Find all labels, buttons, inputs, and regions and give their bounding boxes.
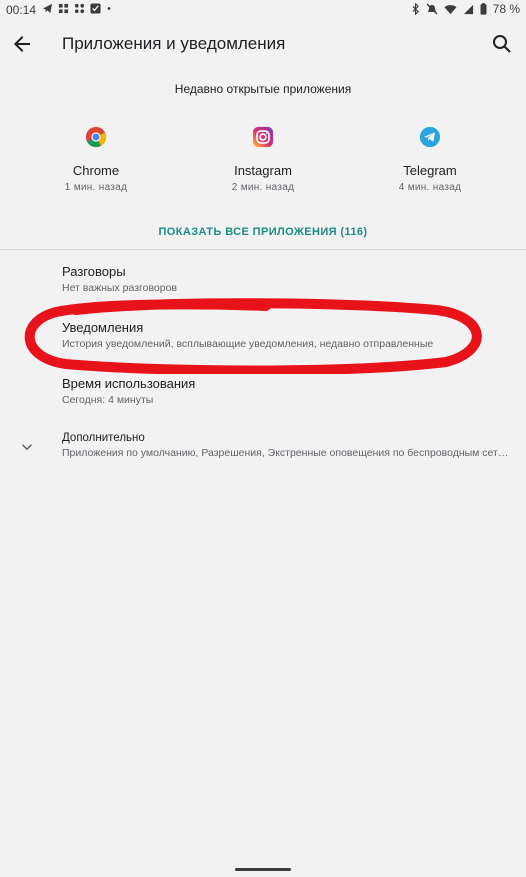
- status-time: 00:14: [6, 3, 37, 17]
- item-subtitle: Сегодня: 4 минуты: [62, 394, 154, 406]
- item-title: Разговоры: [62, 264, 126, 279]
- system-icons: 78 %: [411, 2, 520, 16]
- chrome-icon: [85, 126, 107, 148]
- grid-notification-icon: [58, 3, 69, 14]
- app-last-used: 4 мин. назад: [398, 182, 462, 193]
- item-title: Дополнительно: [62, 432, 145, 444]
- telegram-notification-icon: [42, 3, 53, 14]
- settings-item-notifications[interactable]: Уведомления История уведомлений, всплыва…: [62, 320, 512, 350]
- bluetooth-icon: [412, 3, 419, 15]
- app-last-used: 1 мин. назад: [64, 182, 128, 193]
- search-icon[interactable]: [490, 32, 514, 56]
- app-name: Telegram: [403, 163, 457, 178]
- gesture-nav-bar[interactable]: [235, 868, 291, 871]
- item-title: Уведомления: [62, 320, 144, 335]
- item-subtitle: Приложения по умолчанию, Разрешения, Экс…: [62, 447, 512, 459]
- recent-app-chrome[interactable]: Chrome 1 мин. назад: [26, 126, 166, 193]
- item-subtitle: История уведомлений, всплывающие уведомл…: [62, 338, 434, 350]
- notification-icons: [42, 3, 112, 14]
- app-last-used: 2 мин. назад: [231, 182, 295, 193]
- mute-icon: [426, 3, 438, 15]
- show-all-apps-button[interactable]: ПОКАЗАТЬ ВСЕ ПРИЛОЖЕНИЯ (116): [0, 226, 526, 238]
- item-title: Время использования: [62, 376, 196, 391]
- battery-icon: [480, 3, 487, 15]
- divider: [0, 249, 526, 250]
- check-notification-icon: [90, 3, 101, 14]
- recent-app-instagram[interactable]: Instagram 2 мин. назад: [193, 126, 333, 193]
- recent-apps-heading: Недавно открытые приложения: [174, 82, 352, 96]
- recent-app-telegram[interactable]: Telegram 4 мин. назад: [360, 126, 500, 193]
- app-bar: Приложения и уведомления: [0, 20, 526, 68]
- wifi-icon: [444, 4, 457, 14]
- status-bar: 00:14 78 %: [0, 0, 526, 20]
- battery-level: 78 %: [492, 2, 520, 16]
- settings-item-conversations[interactable]: Разговоры Нет важных разговоров: [62, 264, 512, 294]
- app-name: Chrome: [72, 163, 120, 178]
- settings-item-screen-time[interactable]: Время использования Сегодня: 4 минуты: [62, 376, 512, 406]
- signal-icon: [463, 4, 473, 14]
- back-arrow-icon[interactable]: [10, 32, 34, 56]
- dot-notification-icon: [107, 7, 111, 10]
- apps-notification-icon: [74, 3, 85, 14]
- telegram-icon: [419, 126, 441, 148]
- instagram-icon: [252, 126, 274, 148]
- page-title: Приложения и уведомления: [62, 34, 286, 53]
- app-name: Instagram: [234, 163, 292, 178]
- chevron-down-icon: [21, 444, 33, 451]
- item-subtitle: Нет важных разговоров: [62, 282, 178, 294]
- settings-item-advanced[interactable]: Дополнительно Приложения по умолчанию, Р…: [62, 432, 512, 459]
